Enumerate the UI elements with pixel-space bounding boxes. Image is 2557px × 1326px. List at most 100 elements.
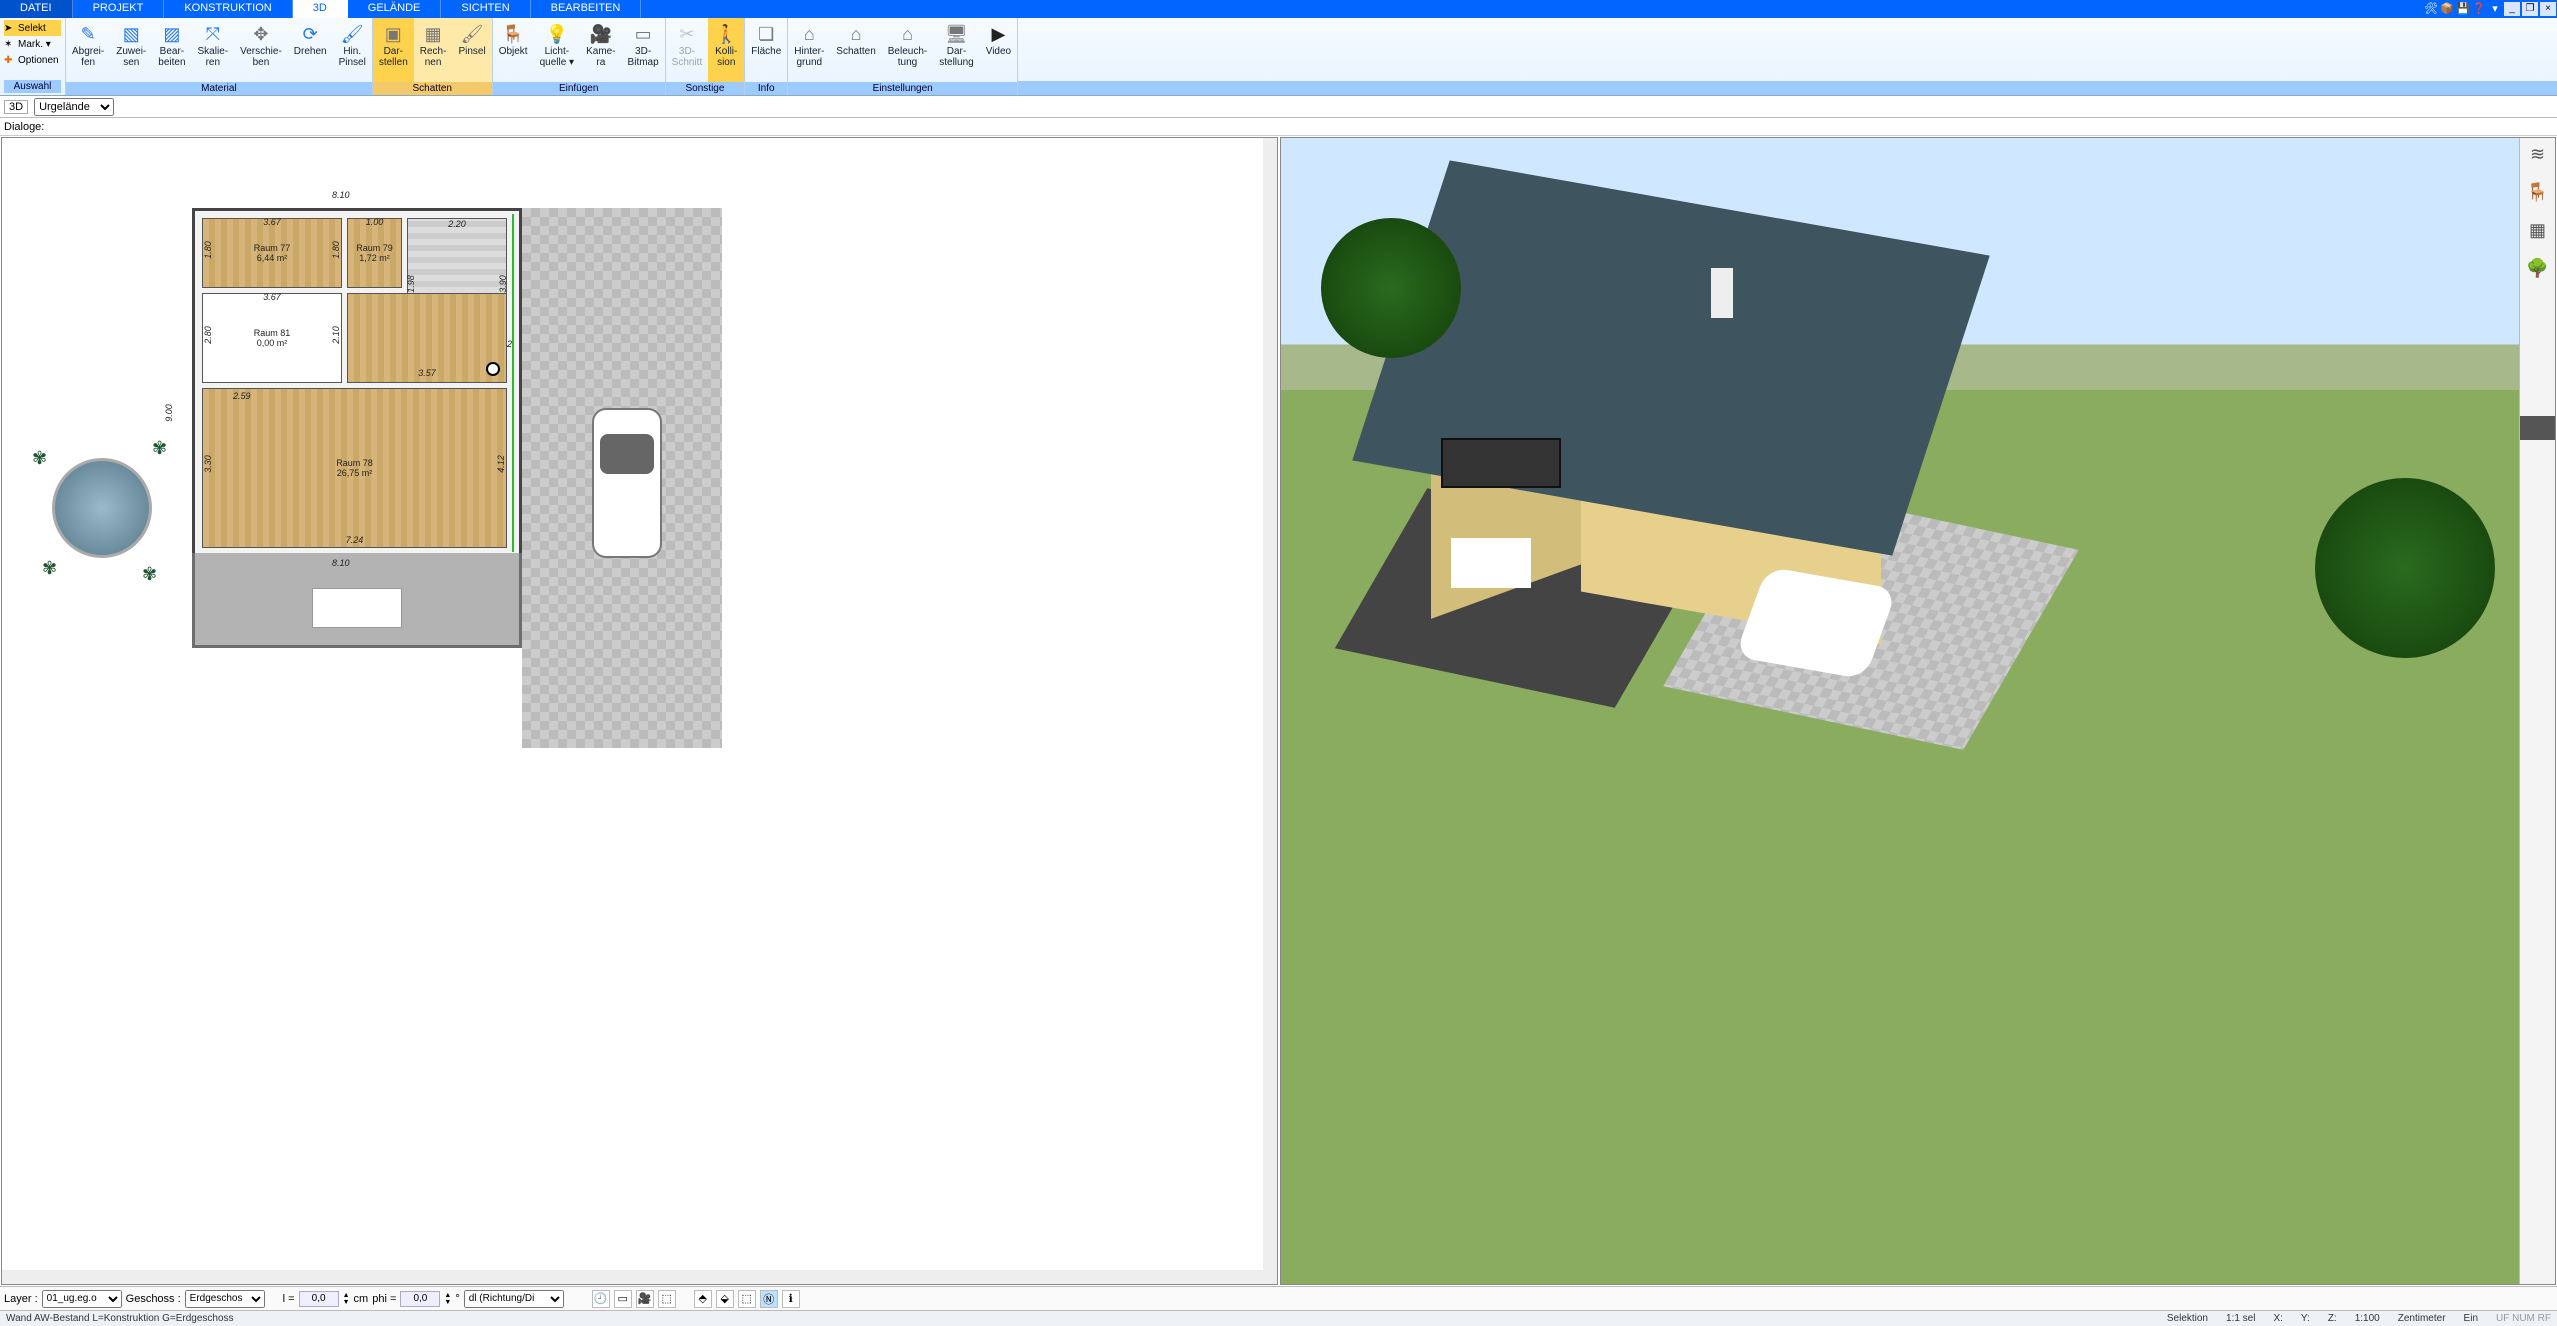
- rechnen-button[interactable]: ▦Rech-nen: [414, 18, 453, 82]
- room-81[interactable]: 3.67 Raum 810,00 m² 2.80 2.10: [202, 293, 342, 383]
- phi-unit: °: [455, 1293, 459, 1305]
- hintergrund-button[interactable]: ⌂Hinter-grund: [788, 18, 830, 82]
- selekt-button[interactable]: ➤Selekt: [4, 20, 61, 36]
- ribbon-group-einstellungen: ⌂Hinter-grund ⌂Schatten ⌂Beleuch-tung 🖥D…: [788, 18, 1018, 95]
- bg-brush-icon: 🖌: [340, 22, 364, 46]
- schatten-set-button[interactable]: ⌂Schatten: [830, 18, 881, 82]
- title-box-icon[interactable]: 📦: [2440, 2, 2454, 16]
- scrollbar-horizontal[interactable]: [2, 1270, 1263, 1284]
- north-icon[interactable]: Ⓝ: [760, 1290, 778, 1308]
- darstellung-button[interactable]: 🖥Dar-stellung: [933, 18, 979, 82]
- title-save-icon[interactable]: 💾: [2456, 2, 2470, 16]
- l-input[interactable]: [299, 1291, 339, 1307]
- dim-width-bottom: 8.10: [332, 558, 350, 568]
- window-restore-button[interactable]: ❐: [2522, 2, 2538, 16]
- menu-tab-datei[interactable]: DATEI: [0, 0, 73, 18]
- ribbon-group-auswahl: ➤Selekt ✶Mark. ▾ ✚Optionen Auswahl: [0, 18, 66, 95]
- objekt-button[interactable]: 🪑Objekt: [493, 18, 534, 82]
- tree-icon[interactable]: 🌳: [2526, 258, 2550, 282]
- chimney-3d: [1711, 268, 1733, 318]
- room-79[interactable]: 1.00 Raum 791,72 m²: [347, 218, 402, 288]
- phi-input[interactable]: [400, 1291, 440, 1307]
- panel-collapse-handle[interactable]: [2520, 416, 2556, 440]
- status-x: X:: [2273, 1313, 2282, 1324]
- title-help-icon[interactable]: ❓: [2472, 2, 2486, 16]
- plant-icon: ✾: [42, 558, 62, 578]
- status-sel: 1:1 sel: [2226, 1313, 2255, 1324]
- window-minimize-button[interactable]: _: [2504, 2, 2520, 16]
- target-marker-icon: [486, 362, 500, 376]
- group-label-schatten: Schatten: [373, 82, 492, 95]
- patio-table-3d: [1451, 538, 1531, 588]
- plan-2d-pane[interactable]: ✾ ✾ ✾ ✾ 8.10 9.00 3.67 Raum 776,44 m² 1.…: [1, 137, 1278, 1285]
- camera-small-icon[interactable]: 🎥: [636, 1290, 654, 1308]
- snap3-icon[interactable]: ⬚: [738, 1290, 756, 1308]
- selected-wall[interactable]: [512, 214, 514, 552]
- furniture-icon[interactable]: 🪑: [2526, 182, 2550, 206]
- ribbon-group-schatten: ▣Dar-stellen ▦Rech-nen 🖌Pinsel Schatten: [373, 18, 493, 95]
- info-icon[interactable]: ℹ: [782, 1290, 800, 1308]
- mark-button[interactable]: ✶Mark. ▾: [4, 36, 61, 52]
- box-icon[interactable]: ⬚: [658, 1290, 676, 1308]
- eyedropper-icon: ✎: [76, 22, 100, 46]
- palette-icon[interactable]: ▦: [2526, 220, 2550, 244]
- phi-label: phi =: [372, 1293, 396, 1305]
- kamera-button[interactable]: 🎥Kame-ra: [580, 18, 621, 82]
- optionen-button[interactable]: ✚Optionen: [4, 52, 61, 68]
- dim-width-top: 8.10: [332, 190, 350, 200]
- menu-tab-konstruktion[interactable]: KONSTRUKTION: [164, 0, 292, 18]
- title-tools-icon[interactable]: 🛠: [2424, 2, 2438, 16]
- drehen-button[interactable]: ⟳Drehen: [288, 18, 333, 82]
- menu-tab-sichten[interactable]: SICHTEN: [441, 0, 530, 18]
- dialoge-bar: Dialoge:: [0, 118, 2557, 136]
- title-help-drop-icon[interactable]: ▾: [2488, 2, 2502, 16]
- layer-select[interactable]: 01_ug.eg.o: [42, 1290, 122, 1308]
- skalieren-button[interactable]: ⤧Skalie-ren: [192, 18, 235, 82]
- plant-icon: ✾: [32, 448, 52, 468]
- snap1-icon[interactable]: ⬘: [694, 1290, 712, 1308]
- pond: ✾ ✾ ✾ ✾: [32, 438, 172, 578]
- corridor[interactable]: 3.57: [347, 293, 507, 383]
- pinsel-button[interactable]: 🖌Pinsel: [452, 18, 491, 82]
- workspace: ✾ ✾ ✾ ✾ 8.10 9.00 3.67 Raum 776,44 m² 1.…: [0, 136, 2557, 1286]
- phi-spin-down[interactable]: ▼: [444, 1299, 451, 1306]
- ribbon-group-sonstige: ✂3D-Schnitt 🚶Kolli-sion Sonstige: [666, 18, 746, 95]
- room-78[interactable]: 2.59 Raum 7826,75 m² 7.24 3.30 4.12: [202, 388, 507, 548]
- snap2-icon[interactable]: ⬙: [716, 1290, 734, 1308]
- geschoss-select[interactable]: Erdgeschos: [185, 1290, 265, 1308]
- l-spin-down[interactable]: ▼: [343, 1299, 350, 1306]
- darstellen-button[interactable]: ▣Dar-stellen: [373, 18, 414, 82]
- l-unit: cm: [354, 1293, 369, 1305]
- zuweisen-button[interactable]: ▧Zuwei-sen: [110, 18, 152, 82]
- hinpinsel-button[interactable]: 🖌Hin.Pinsel: [333, 18, 372, 82]
- abgreifen-button[interactable]: ✎Abgrei-fen: [66, 18, 110, 82]
- phi-spin-up[interactable]: ▲: [444, 1292, 451, 1299]
- scrollbar-vertical[interactable]: [1263, 138, 1277, 1284]
- bearbeiten-button[interactable]: ▨Bear-beiten: [152, 18, 191, 82]
- menu-tab-3d[interactable]: 3D: [293, 0, 348, 18]
- l-spin-up[interactable]: ▲: [343, 1292, 350, 1299]
- ribbon-group-info: ❏Fläche Info: [745, 18, 788, 95]
- layer-label: Layer :: [4, 1293, 38, 1305]
- verschieben-button[interactable]: ✥Verschie-ben: [234, 18, 288, 82]
- room-77[interactable]: 3.67 Raum 776,44 m² 1.80 1.80: [202, 218, 342, 288]
- menu-tab-projekt[interactable]: PROJEKT: [73, 0, 165, 18]
- layers-icon[interactable]: ≋: [2526, 144, 2550, 168]
- view-rect-icon[interactable]: ▭: [614, 1290, 632, 1308]
- 3d-bitmap-button[interactable]: ▭3D-Bitmap: [622, 18, 665, 82]
- lichtquelle-button[interactable]: 💡Licht-quelle ▾: [534, 18, 581, 82]
- dl-select[interactable]: dl (Richtung/Di: [464, 1290, 564, 1308]
- view-3d-pane[interactable]: ≋ 🪑 ▦ 🌳: [1280, 137, 2557, 1285]
- floor-plan: 8.10 9.00 3.67 Raum 776,44 m² 1.80 1.80 …: [192, 208, 522, 648]
- beleuchtung-button[interactable]: ⌂Beleuch-tung: [882, 18, 933, 82]
- status-ein: Ein: [2464, 1313, 2478, 1324]
- menu-tab-gelaende[interactable]: GELÄNDE: [348, 0, 442, 18]
- history-icon[interactable]: 🕘: [592, 1290, 610, 1308]
- window-close-button[interactable]: ×: [2540, 2, 2556, 16]
- status-scale: 1:100: [2355, 1313, 2380, 1324]
- menu-tab-bearbeiten[interactable]: BEARBEITEN: [531, 0, 642, 18]
- flaeche-button[interactable]: ❏Fläche: [745, 18, 787, 82]
- video-button[interactable]: ▶Video: [980, 18, 1017, 82]
- kollision-button[interactable]: 🚶Kolli-sion: [708, 18, 744, 82]
- terrain-select[interactable]: Urgelände: [34, 98, 114, 116]
